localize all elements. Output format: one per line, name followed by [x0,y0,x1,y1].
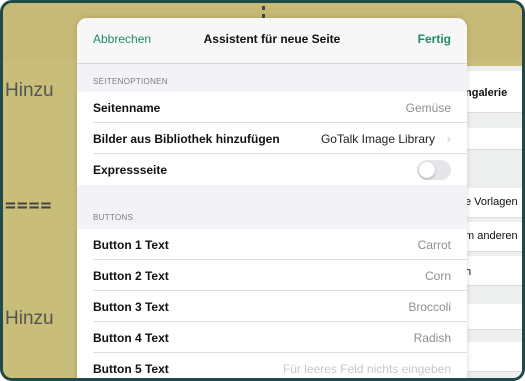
new-page-wizard-sheet: Abbrechen Assistent für neue Seite Ferti… [77,18,467,378]
background-row-empty [461,342,522,372]
done-button[interactable]: Fertig [418,32,451,46]
device-frame: Hinzu ==== Hinzu ngalerie e Vorlagen m a… [0,0,525,381]
button-text-field[interactable]: Corn [425,269,451,283]
button-label: Button 2 Text [93,269,169,283]
button-label: Button 5 Text [93,362,169,376]
background-row: e Vorlagen [461,188,522,218]
background-row: ngalerie [461,71,522,113]
library-row[interactable]: Bilder aus Bibliothek hinzufügen GoTalk … [77,123,467,154]
library-value: GoTalk Image Library [320,132,435,146]
background-divider: ==== [5,195,53,216]
button-label: Button 1 Text [93,238,169,252]
button-text-field[interactable]: Broccoli [408,300,451,314]
navigation-bar: Abbrechen Assistent für neue Seite Ferti… [77,18,467,64]
express-page-label: Expressseite [93,163,168,177]
chevron-right-icon: › [446,131,451,146]
background-add-label-top: Hinzu [5,80,54,101]
button-row[interactable]: Button 1 Text Carrot [77,229,467,260]
page-name-label: Seitenname [93,101,161,115]
page-name-row[interactable]: Seitenname Gemüse [77,92,467,123]
background-row-empty [461,304,522,330]
background-row: m anderen [461,222,522,252]
button-text-field[interactable]: Radish [414,331,451,345]
button-label: Button 4 Text [93,331,169,345]
button-text-field[interactable]: Carrot [418,238,451,252]
section-header-page-options: SEITENOPTIONEN [93,77,168,86]
sheet-title: Assistent für neue Seite [203,32,341,46]
background-add-label-bottom: Hinzu [5,308,54,329]
button-label: Button 3 Text [93,300,169,314]
background-side-panel: ngalerie e Vorlagen m anderen h [461,66,522,378]
button-row[interactable]: Button 3 Text Broccoli [77,291,467,322]
background-row-empty [461,128,522,150]
button-row[interactable]: Button 2 Text Corn [77,260,467,291]
button-row[interactable]: Button 4 Text Radish [77,322,467,353]
express-page-toggle[interactable] [417,160,451,180]
section-header-buttons: BUTTONS [93,213,134,222]
express-page-row: Expressseite [77,154,467,185]
button-row[interactable]: Button 5 Text Für leeres Feld nichts ein… [77,353,467,378]
button-text-field[interactable]: Für leeres Feld nichts eingeben [283,362,451,376]
background-drag-handle [262,6,273,18]
background-row: h [461,256,522,286]
page-name-value[interactable]: Gemüse [406,101,451,115]
library-label: Bilder aus Bibliothek hinzufügen [93,132,280,146]
toggle-knob [419,162,435,178]
